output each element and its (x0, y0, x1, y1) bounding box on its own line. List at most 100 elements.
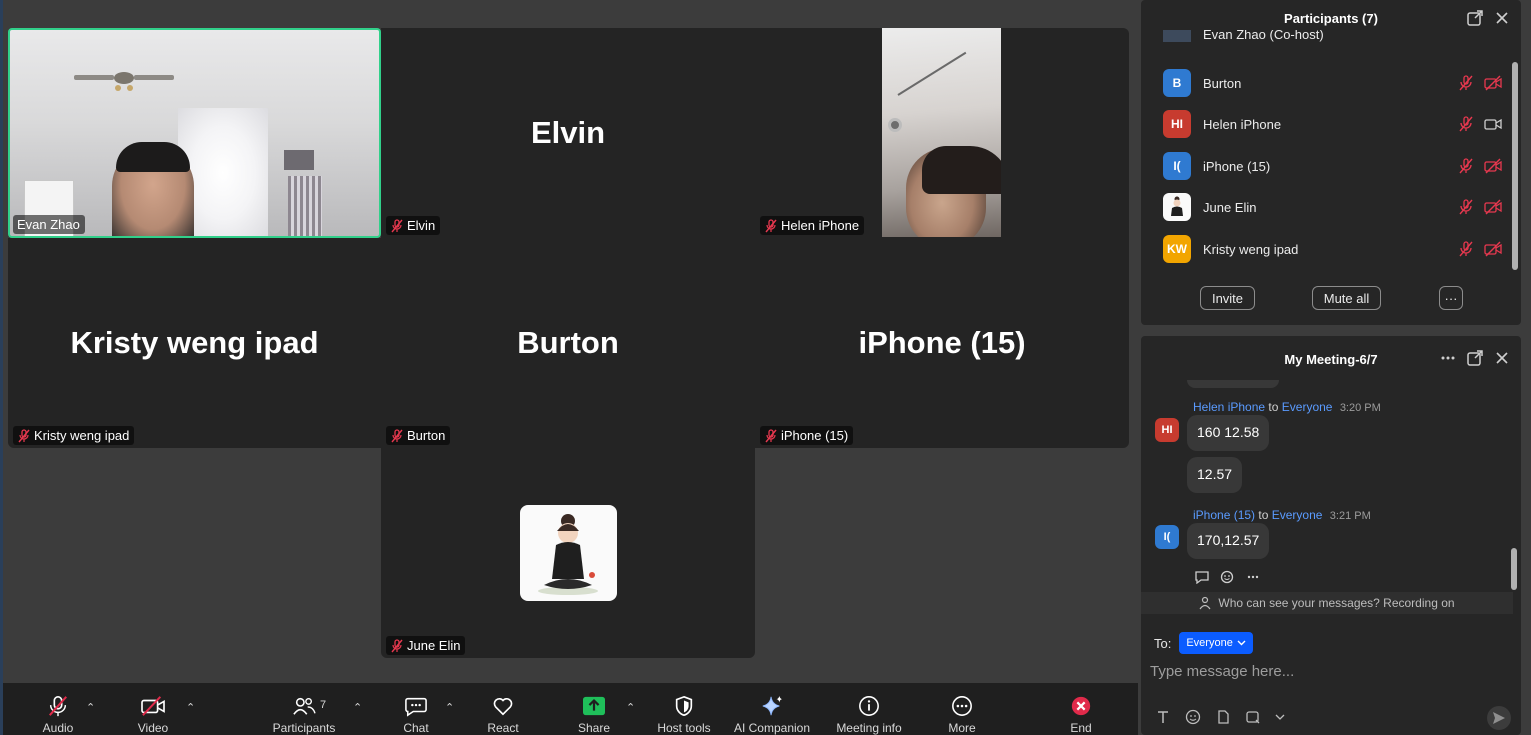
participant-avatar (1163, 193, 1191, 221)
pop-out-icon[interactable] (1466, 349, 1484, 367)
camera-on-icon[interactable] (1483, 115, 1503, 133)
mic-muted-icon[interactable] (1457, 115, 1475, 133)
video-tile-kristy-weng-ipad[interactable]: Kristy weng ipad Kristy weng ipad (8, 238, 381, 448)
chat-visibility-notice[interactable]: Who can see your messages? Recording on (1141, 592, 1513, 614)
close-icon[interactable] (1493, 9, 1511, 27)
participant-avatar: B (1163, 69, 1191, 97)
tile-name: Burton (407, 428, 446, 443)
camera-off-icon[interactable] (1483, 74, 1503, 92)
participant-row[interactable]: June Elin (1163, 192, 1503, 222)
tile-name: iPhone (15) (781, 428, 849, 443)
participants-options-chevron-icon[interactable]: ⌃ (353, 701, 362, 714)
host-tools-label: Host tools (657, 721, 711, 735)
tile-name: Evan Zhao (17, 217, 80, 232)
nametag-june-elin: June Elin (386, 636, 466, 655)
send-button[interactable] (1487, 706, 1511, 730)
camera-off-icon[interactable] (1483, 240, 1503, 258)
mic-muted-icon[interactable] (1457, 240, 1475, 258)
camera-off-icon[interactable] (1483, 198, 1503, 216)
person-visibility-icon (1199, 596, 1211, 610)
ai-companion-button[interactable]: AI Companion (730, 683, 814, 735)
participant-avatar (1163, 30, 1191, 42)
chat-panel: My Meeting-6/7 HI Helen iPhone to Everyo… (1141, 336, 1521, 735)
participant-row[interactable]: B Burton (1163, 68, 1503, 98)
camera-off-icon[interactable] (1483, 157, 1503, 175)
more-options-icon[interactable] (1439, 349, 1457, 367)
chat-icon (405, 697, 427, 717)
text-format-icon[interactable] (1155, 709, 1171, 725)
audio-button[interactable]: Audio (38, 683, 78, 735)
reply-icon[interactable] (1194, 570, 1210, 584)
participant-row-partial[interactable]: Evan Zhao (Co-host) (1163, 30, 1503, 42)
participant-row[interactable]: HI Helen iPhone (1163, 109, 1503, 139)
participants-more-button[interactable]: ··· (1439, 286, 1463, 310)
meeting-info-button[interactable]: Meeting info (832, 683, 906, 735)
shield-icon (675, 695, 693, 717)
more-options-icon[interactable] (1246, 570, 1260, 584)
chat-scrollbar[interactable] (1511, 548, 1517, 590)
mic-muted-icon[interactable] (1457, 74, 1475, 92)
pop-out-icon[interactable] (1466, 9, 1484, 27)
video-tile-burton[interactable]: Burton Burton (381, 238, 755, 448)
participant-row[interactable]: I( iPhone (15) (1163, 151, 1503, 181)
screenshot-icon[interactable] (1245, 709, 1261, 725)
chat-timestamp: 3:20 PM (1339, 402, 1381, 414)
mic-muted-icon (391, 638, 403, 652)
illustrated-person-avatar (1171, 196, 1183, 216)
host-tools-button[interactable]: Host tools (652, 683, 716, 735)
file-icon[interactable] (1215, 709, 1231, 725)
more-options-icon (952, 696, 972, 716)
participant-hair (922, 146, 1001, 194)
react-button[interactable]: React (483, 683, 523, 735)
participant-avatar: HI (1163, 110, 1191, 138)
chevron-down-icon[interactable] (1275, 713, 1285, 721)
chat-message-bubble[interactable]: 160 12.58 (1187, 415, 1270, 451)
mute-all-button[interactable]: Mute all (1312, 286, 1381, 310)
ai-companion-label: AI Companion (733, 721, 811, 735)
recipient-select[interactable]: Everyone (1179, 632, 1253, 654)
chat-sender-name[interactable]: iPhone (15) (1193, 508, 1255, 522)
audio-label: Audio (42, 721, 74, 735)
video-button[interactable]: Video (133, 683, 173, 735)
mic-muted-icon[interactable] (1457, 198, 1475, 216)
nametag-burton: Burton (386, 426, 451, 445)
end-label: End (1070, 721, 1092, 735)
share-options-chevron-icon[interactable]: ⌃ (626, 701, 635, 714)
video-tile-iphone-15[interactable]: iPhone (15) iPhone (15) (755, 238, 1129, 448)
chat-button[interactable]: Chat (398, 683, 434, 735)
mic-muted-icon[interactable] (1457, 157, 1475, 175)
participant-hair (116, 142, 190, 172)
more-button[interactable]: More (942, 683, 982, 735)
audio-options-chevron-icon[interactable]: ⌃ (86, 701, 95, 714)
participant-name: June Elin (1203, 199, 1257, 215)
participants-button[interactable]: Participants (268, 683, 340, 735)
close-icon[interactable] (1493, 349, 1511, 367)
video-options-chevron-icon[interactable]: ⌃ (186, 701, 195, 714)
invite-button[interactable]: Invite (1200, 286, 1255, 310)
chat-message-input[interactable] (1150, 660, 1500, 682)
participant-name: Kristy weng ipad (1203, 241, 1299, 257)
video-tile-elvin[interactable]: Elvin Elvin (381, 28, 755, 238)
illustrated-person-avatar (538, 514, 598, 595)
participant-name: Burton (1203, 75, 1242, 91)
chat-message-header: iPhone (15) to Everyone 3:21 PM (1193, 508, 1371, 522)
participant-avatar: I( (1163, 152, 1191, 180)
end-meeting-button[interactable]: End (1062, 683, 1100, 735)
add-reaction-icon[interactable] (1220, 570, 1236, 584)
participants-scrollbar[interactable] (1512, 62, 1518, 270)
participant-status-icons (1457, 115, 1503, 133)
chat-panel-title: My Meeting-6/7 (1284, 352, 1378, 367)
chat-message-bubble[interactable]: 12.57 (1187, 457, 1243, 493)
chat-sender-name[interactable]: Helen iPhone (1193, 400, 1265, 414)
chat-recipient: Everyone (1271, 508, 1323, 522)
emoji-icon[interactable] (1185, 709, 1201, 725)
video-label: Video (137, 721, 169, 735)
video-tile-evan-zhao[interactable]: Evan Zhao (8, 28, 381, 238)
share-button[interactable]: Share (574, 683, 614, 735)
participant-row[interactable]: KW Kristy weng ipad (1163, 234, 1503, 264)
chat-message-bubble[interactable]: 170,12.57 (1187, 523, 1270, 559)
chat-options-chevron-icon[interactable]: ⌃ (445, 701, 454, 714)
chat-timestamp: 3:21 PM (1329, 510, 1371, 522)
participant-avatar: KW (1163, 235, 1191, 263)
tile-name: Elvin (407, 218, 436, 233)
